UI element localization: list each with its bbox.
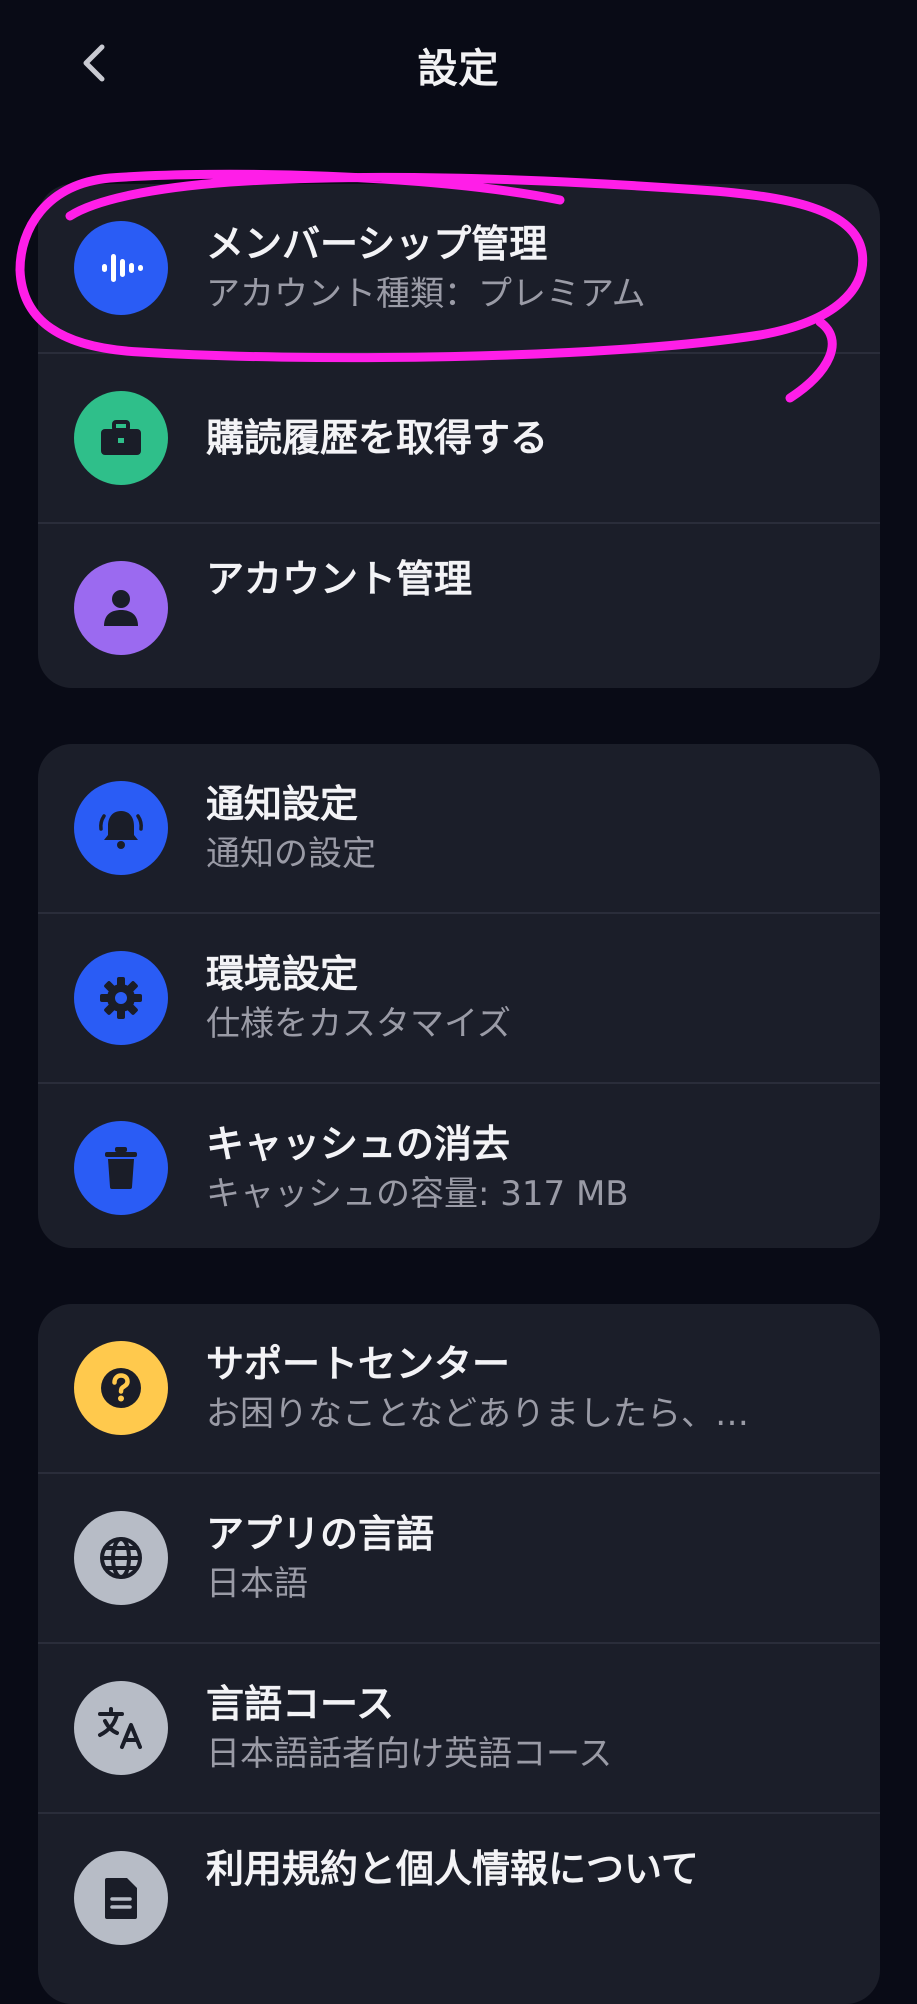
settings-item-subtitle: キャッシュの容量: 317 MB [206,1174,629,1214]
support-settings-group: サポートセンター お困りなことなどありましたら、… アプリの言語 日本語 言語コ… [38,1304,880,2004]
settings-item-notifications[interactable]: 通知設定 通知の設定 [38,744,880,914]
settings-item-subtitle: 仕様をカスタマイズ [206,1004,511,1044]
settings-item-title: 言語コース [206,1682,395,1726]
document-icon [74,1851,168,1945]
settings-item-clear-cache[interactable]: キャッシュの消去 キャッシュの容量: 317 MB [38,1084,880,1248]
settings-item-title: キャッシュの消去 [206,1122,511,1166]
account-settings-group: メンバーシップ管理 アカウント種類：プレミアム 購読履歴を取得する アカウント管… [38,184,880,688]
settings-item-preferences[interactable]: 環境設定 仕様をカスタマイズ [38,914,880,1084]
settings-item-subtitle: アカウント種類：プレミアム [206,274,646,314]
settings-item-purchase-history[interactable]: 購読履歴を取得する [38,354,880,524]
settings-item-title: アプリの言語 [206,1512,435,1556]
briefcase-icon [74,391,168,485]
settings-item-title: 環境設定 [206,952,359,996]
person-icon [74,561,168,655]
app-header: 設定 [0,0,917,130]
settings-item-language-course[interactable]: 言語コース 日本語話者向け英語コース [38,1644,880,1814]
settings-item-subtitle: お困りなことなどありましたら、… [206,1394,749,1434]
question-icon [74,1341,168,1435]
settings-item-account[interactable]: アカウント管理 [38,524,880,688]
page-title: 設定 [417,46,500,92]
settings-item-title: サポートセンター [206,1342,511,1386]
audio-wave-icon [74,221,168,315]
settings-item-support-center[interactable]: サポートセンター お困りなことなどありましたら、… [38,1304,880,1474]
gear-icon [74,951,168,1045]
settings-item-title: 利用規約と個人情報について [206,1847,699,1891]
settings-item-title: 購読履歴を取得する [206,416,549,460]
translate-icon [74,1681,168,1775]
globe-icon [74,1511,168,1605]
settings-item-subtitle: 日本語 [206,1564,308,1604]
settings-item-terms-privacy[interactable]: 利用規約と個人情報について [38,1814,880,1982]
app-settings-group: 通知設定 通知の設定 環境設定 仕様をカスタマイズ キャッシュの消去 キャッシュ… [38,744,880,1248]
bell-icon [74,781,168,875]
settings-item-membership[interactable]: メンバーシップ管理 アカウント種類：プレミアム [38,184,880,354]
settings-item-title: メンバーシップ管理 [206,222,548,266]
trash-icon [74,1121,168,1215]
settings-item-app-language[interactable]: アプリの言語 日本語 [38,1474,880,1644]
settings-item-subtitle: 日本語話者向け英語コース [206,1734,613,1774]
settings-item-title: アカウント管理 [206,557,473,601]
settings-item-subtitle: 通知の設定 [206,834,376,874]
settings-item-title: 通知設定 [206,782,359,826]
